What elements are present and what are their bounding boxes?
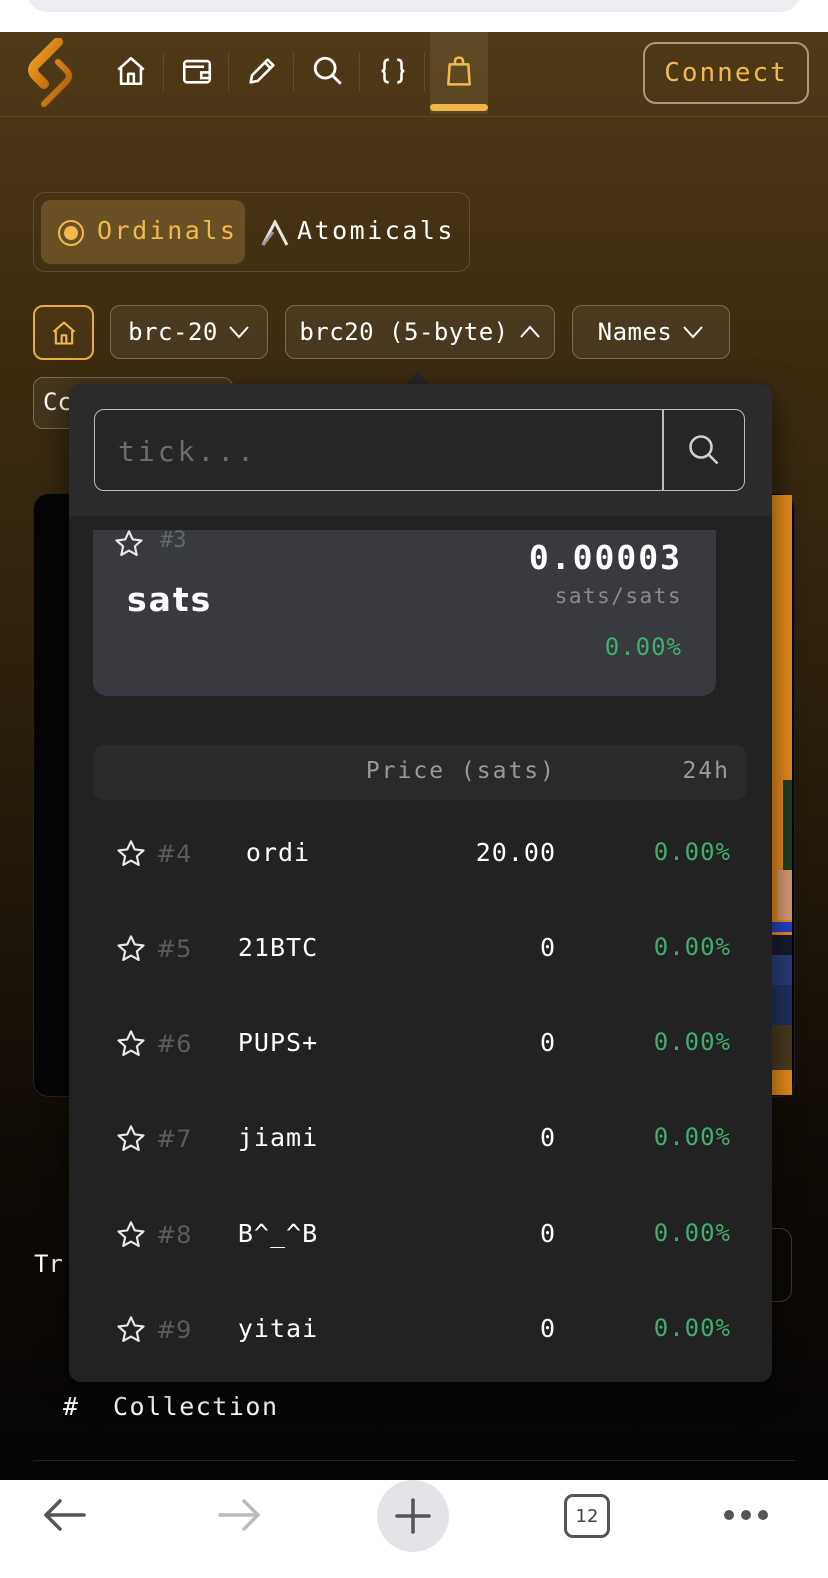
nav-divider (228, 52, 229, 92)
token-row[interactable]: #5 21BTC 0 0.00% (93, 905, 747, 999)
dropdown-caret (406, 372, 430, 384)
address-bar[interactable] (26, 0, 802, 12)
background-pixel (772, 935, 792, 955)
search-icon (689, 435, 719, 465)
protocol-atomicals-tab[interactable]: Atomicals (297, 216, 455, 245)
search-icon[interactable] (304, 47, 352, 95)
filter-chip-partial-label: Cc (43, 388, 72, 416)
token-price: 0 (539, 1314, 556, 1343)
featured-price: 0.00003 (528, 538, 682, 577)
background-pixel (778, 870, 792, 920)
token-change: 0.00% (653, 933, 731, 961)
nav-divider (359, 52, 360, 92)
token-name: PUPS+ (237, 1028, 319, 1057)
featured-change: 0.00% (604, 633, 682, 661)
filter-home-button[interactable] (33, 305, 94, 360)
token-row[interactable]: #9 yitai 0 0.00% (93, 1286, 747, 1380)
token-price: 20.00 (475, 838, 556, 867)
table-header-rank: # (63, 1392, 79, 1421)
token-change: 0.00% (653, 1028, 731, 1056)
token-name: 21BTC (237, 933, 319, 962)
token-row[interactable]: #6 PUPS+ 0 0.00% (93, 1000, 747, 1094)
token-change: 0.00% (653, 1314, 731, 1342)
background-pixel (772, 922, 792, 932)
wallet-icon[interactable] (173, 47, 221, 95)
token-price: 0 (539, 1028, 556, 1057)
background-pixel (772, 985, 792, 1025)
braces-icon[interactable] (369, 47, 417, 95)
background-control-partial[interactable] (770, 1228, 792, 1302)
new-tab-button[interactable] (377, 1480, 449, 1552)
token-price: 0 (539, 1219, 556, 1248)
star-icon[interactable] (115, 838, 147, 870)
nav-active-indicator (430, 104, 488, 111)
tick-search-input[interactable] (116, 420, 650, 482)
connect-button[interactable]: Connect (643, 42, 809, 104)
token-row[interactable]: #4 ordi 20.00 0.00% (93, 810, 747, 904)
tab-count-button[interactable]: 12 (564, 1494, 610, 1538)
nav-divider (163, 52, 164, 92)
ordinals-icon (58, 220, 84, 246)
atomicals-icon (261, 220, 289, 246)
token-price: 0 (539, 1123, 556, 1152)
nav-divider (424, 52, 425, 92)
chip-label: Names (597, 318, 673, 346)
chevron-down-icon (683, 326, 704, 339)
section-title-partial: Tr (34, 1250, 63, 1278)
search-button[interactable] (664, 409, 744, 491)
star-icon[interactable] (115, 1219, 147, 1251)
token-name: ordi (245, 838, 311, 867)
token-rank: #8 (156, 1221, 192, 1249)
divider (33, 1460, 795, 1461)
change-column-header: 24h (682, 758, 730, 784)
price-column-header: Price (sats) (365, 758, 556, 784)
token-rank: #6 (156, 1030, 192, 1058)
token-change: 0.00% (653, 1219, 731, 1247)
forward-icon[interactable] (212, 1482, 268, 1548)
site-logo[interactable] (22, 38, 80, 108)
chip-label: brc20 (5-byte) (299, 318, 509, 346)
chevron-down-icon (229, 326, 249, 339)
featured-price-unit: sats/sats (554, 584, 682, 608)
token-rank: #7 (156, 1125, 192, 1153)
token-rank: #4 (156, 840, 192, 868)
star-icon[interactable] (115, 933, 147, 965)
protocol-ordinals-label[interactable]: Ordinals (97, 216, 237, 245)
chip-label: brc-20 (128, 318, 218, 346)
nav-divider (293, 52, 294, 92)
filter-chip-names[interactable]: Names (572, 305, 730, 359)
star-icon[interactable] (115, 1123, 147, 1155)
token-price: 0 (539, 933, 556, 962)
more-options-icon[interactable] (718, 1482, 774, 1548)
filter-chip-brc20[interactable]: brc-20 (110, 305, 268, 359)
featured-token-name: sats (127, 580, 213, 619)
token-rank: #5 (156, 935, 192, 963)
star-icon[interactable] (113, 528, 145, 560)
chevron-up-icon (519, 325, 540, 338)
back-icon[interactable] (36, 1482, 92, 1548)
background-pixel (783, 780, 792, 870)
token-row[interactable]: #8 B^_^B 0 0.00% (93, 1191, 747, 1285)
featured-rank: #3 (160, 528, 187, 553)
background-pixel (772, 955, 792, 985)
table-header-collection: Collection (113, 1392, 279, 1421)
star-icon[interactable] (115, 1028, 147, 1060)
token-name: jiami (237, 1123, 319, 1152)
filter-chip-brc20-5byte[interactable]: brc20 (5-byte) (285, 305, 555, 359)
token-change: 0.00% (653, 1123, 731, 1151)
home-icon[interactable] (107, 47, 155, 95)
plus-icon (395, 1498, 431, 1534)
token-rank: #9 (156, 1316, 192, 1344)
pencil-icon[interactable] (238, 47, 286, 95)
token-row[interactable]: #7 jiami 0 0.00% (93, 1095, 747, 1189)
token-name: yitai (237, 1314, 319, 1343)
shopping-bag-icon[interactable] (435, 47, 483, 95)
token-name: B^_^B (237, 1219, 319, 1248)
star-icon[interactable] (115, 1314, 147, 1346)
token-change: 0.00% (653, 838, 731, 866)
background-pixel (772, 1025, 792, 1070)
home-icon (52, 320, 75, 345)
